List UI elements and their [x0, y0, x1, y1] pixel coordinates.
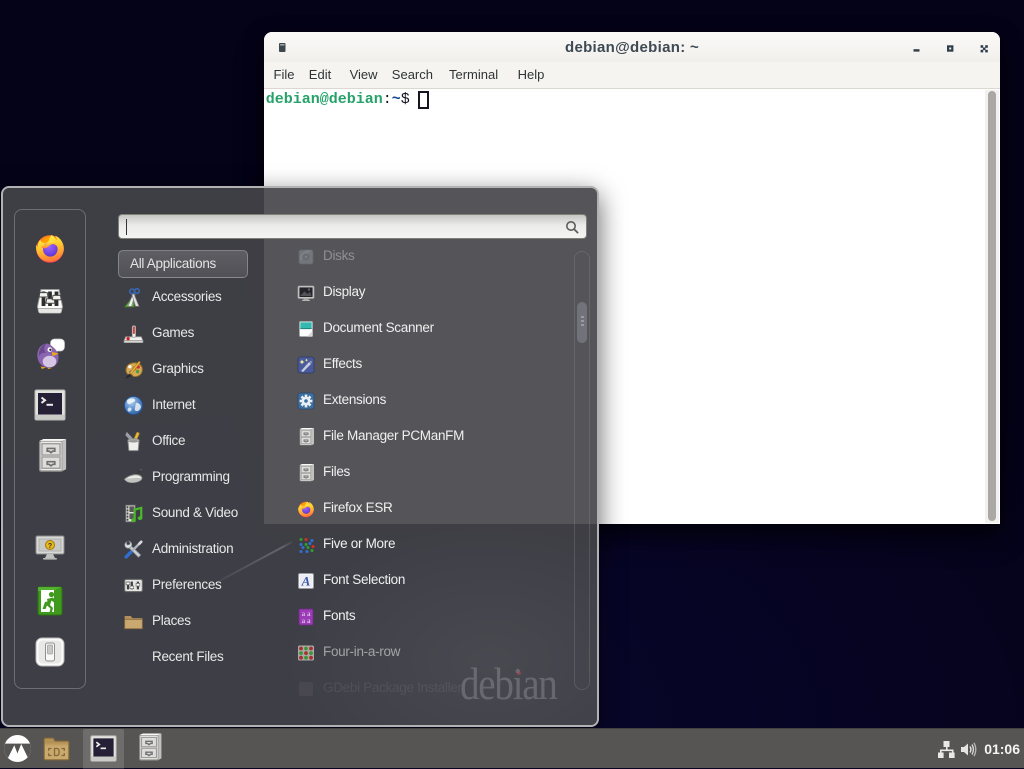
- svg-text:A: A: [301, 573, 311, 588]
- svg-text:?: ?: [48, 543, 52, 550]
